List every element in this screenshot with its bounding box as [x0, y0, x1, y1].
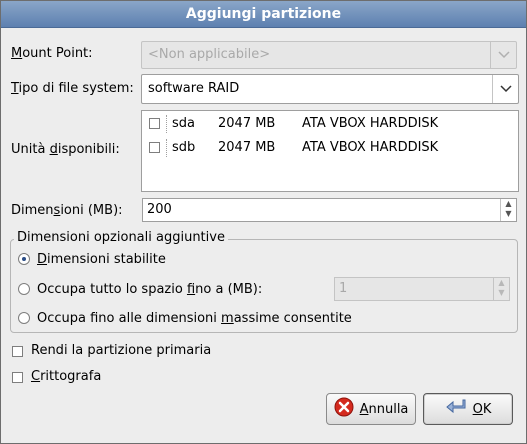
- chevron-down-icon: [490, 42, 516, 68]
- drive-checkbox-sda[interactable]: [149, 118, 160, 129]
- drive-row[interactable]: sdb 2047 MB ATA VBOX HARDDISK: [148, 138, 508, 158]
- spin-arrows-icon[interactable]: ▲ ▼: [493, 278, 509, 300]
- spin-arrows-icon[interactable]: ▲ ▼: [500, 199, 516, 221]
- drive-model: ATA VBOX HARDDISK: [302, 140, 439, 155]
- fill-upto-spinbutton[interactable]: 1 ▲ ▼: [334, 277, 510, 301]
- add-partition-dialog: Aggiungi partizione Mount Point: <Non ap…: [0, 0, 527, 444]
- drives-list[interactable]: sda 2047 MB ATA VBOX HARDDISK sdb 2047 M…: [141, 110, 519, 192]
- fill-max-radio[interactable]: [18, 312, 30, 324]
- fill-upto-label[interactable]: Occupa tutto lo spazio fino a (MB):: [37, 282, 262, 297]
- fixed-size-label[interactable]: Dimensioni stabilite: [37, 252, 166, 267]
- optional-size-title: Dimensioni opzionali aggiuntive: [14, 230, 228, 245]
- fill-max-label[interactable]: Occupa fino alle dimensioni massime cons…: [37, 311, 352, 326]
- size-label: Dimensioni (MB):: [11, 203, 123, 218]
- drive-name: sdb: [172, 140, 196, 155]
- cancel-label: Annulla: [359, 401, 409, 417]
- ok-arrow-icon: [445, 398, 467, 420]
- cancel-icon: [334, 397, 354, 421]
- ok-button[interactable]: OK: [423, 393, 513, 425]
- primary-partition-checkbox[interactable]: [12, 346, 23, 357]
- ok-label: OK: [472, 401, 492, 417]
- mount-point-label: Mount Point:: [11, 46, 93, 61]
- chevron-down-icon: [492, 75, 518, 103]
- fs-type-value: software RAID: [148, 81, 240, 96]
- size-spinbutton[interactable]: 200 ▲ ▼: [142, 198, 517, 222]
- primary-partition-label[interactable]: Rendi la partizione primaria: [31, 343, 211, 358]
- fixed-size-radio[interactable]: [18, 253, 30, 265]
- drive-row[interactable]: sda 2047 MB ATA VBOX HARDDISK: [148, 114, 508, 134]
- mount-point-value: <Non applicabile>: [148, 47, 271, 62]
- cancel-button[interactable]: Annulla: [326, 393, 416, 425]
- drive-name: sda: [172, 116, 195, 131]
- drives-label: Unità disponibili:: [11, 142, 120, 157]
- mount-point-combo[interactable]: <Non applicabile>: [141, 41, 517, 69]
- fs-type-label: Tipo di file system:: [11, 81, 134, 96]
- drive-model: ATA VBOX HARDDISK: [302, 116, 439, 131]
- encrypt-label[interactable]: Crittografa: [31, 369, 101, 384]
- size-value: 200: [147, 202, 172, 217]
- drive-size: 2047 MB: [218, 140, 276, 155]
- fs-type-combo[interactable]: software RAID: [141, 74, 519, 104]
- drive-size: 2047 MB: [218, 116, 276, 131]
- dialog-title: Aggiungi partizione: [1, 1, 526, 28]
- fill-upto-radio[interactable]: [18, 283, 30, 295]
- drive-checkbox-sdb[interactable]: [149, 142, 160, 153]
- encrypt-checkbox[interactable]: [12, 372, 23, 383]
- fill-upto-value: 1: [339, 281, 348, 296]
